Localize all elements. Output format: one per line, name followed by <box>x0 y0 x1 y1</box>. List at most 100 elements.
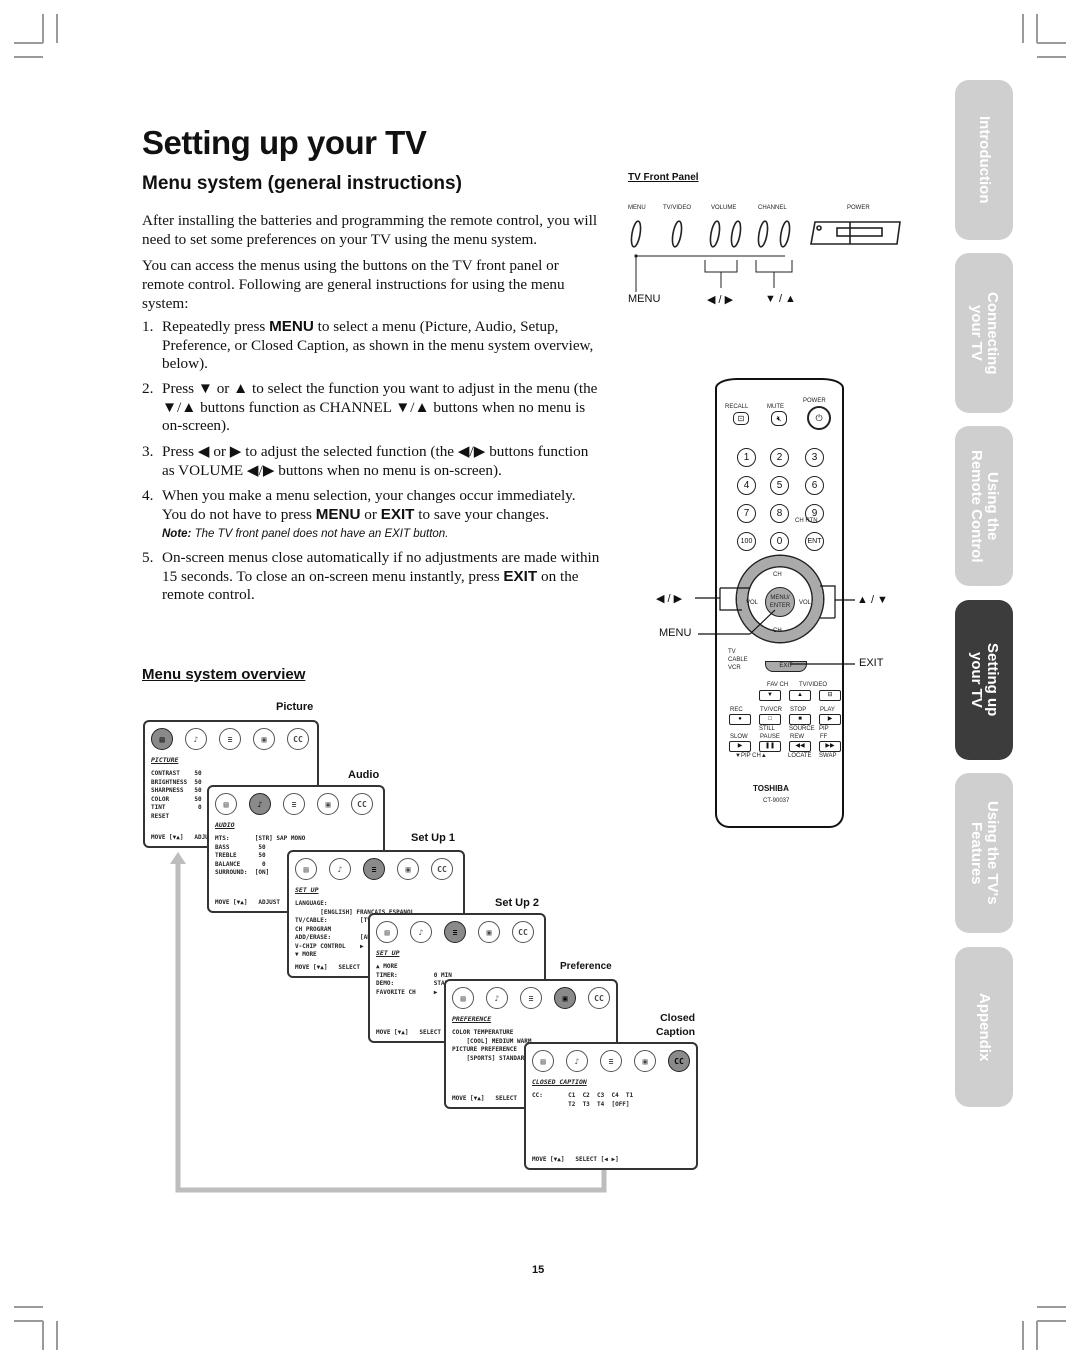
digit-button-2[interactable]: 2 <box>770 448 789 467</box>
front-panel-title: TV Front Panel <box>628 172 699 183</box>
side-tab-label: Setting up your TV <box>968 643 1001 717</box>
digit-button-0[interactable]: 0 <box>770 532 789 551</box>
label-ff: FF <box>820 734 828 740</box>
side-tab-label: Appendix <box>976 992 993 1062</box>
menu-button <box>630 220 642 248</box>
osd-rows: ▲ MORE TIMER: 0 MIN DEMO: START FAVORITE… <box>376 963 452 996</box>
label-volume: VOLUME <box>711 205 737 211</box>
crop-mark <box>1037 42 1066 44</box>
power-switch <box>810 221 901 245</box>
label-tv-video: TV/VIDEO <box>663 205 692 211</box>
osd-header: PREFERENCE <box>452 1015 492 1023</box>
fav-ch-up-button[interactable]: ▲ <box>789 690 811 701</box>
osd-rows: CONTRAST 50 BRIGHTNESS 50 SHARPNESS 50 C… <box>151 770 202 820</box>
recall-button[interactable]: ⊡ <box>733 412 749 425</box>
label-menu: MENU <box>628 205 646 211</box>
closed-caption-icon: CC <box>668 1050 690 1072</box>
label-slow: SLOW <box>730 734 748 740</box>
side-tab-2[interactable]: Using the Remote Control <box>955 426 1013 586</box>
label-fav-ch: FAV CH <box>767 682 789 688</box>
label-pip: PIP <box>819 726 829 732</box>
crop-mark <box>1022 1321 1024 1350</box>
digit-button-8[interactable]: 8 <box>770 504 789 523</box>
digit-button-6[interactable]: 6 <box>805 476 824 495</box>
volume-down-button <box>709 220 721 248</box>
audio-icon: ♪ <box>329 858 351 880</box>
label-power: POWER <box>803 398 826 404</box>
label-locate: LOCATE <box>788 753 812 759</box>
rec-button[interactable]: ● <box>729 714 751 725</box>
callout-channel: ▼ / ▲ <box>765 293 796 305</box>
label-tv-vcr: TV/VCR <box>760 707 783 713</box>
ff-button[interactable]: ▶▶ <box>819 741 841 752</box>
menu-label-closed-caption: Closed Caption <box>656 1012 696 1038</box>
slow-button[interactable]: ▶ <box>729 741 751 752</box>
callout-menu: MENU <box>659 627 692 639</box>
preference-icon: ▣ <box>478 921 500 943</box>
brand-logo: TOSHIBA <box>753 784 789 793</box>
crop-mark <box>42 1321 44 1350</box>
menu-label-audio: Audio <box>348 769 380 781</box>
tv-video-button[interactable]: ⊟ <box>819 690 841 701</box>
pause-button[interactable]: ❚❚ <box>759 741 781 752</box>
fav-ch-down-button[interactable]: ▼ <box>759 690 781 701</box>
digit-button-7[interactable]: 7 <box>737 504 756 523</box>
side-tab-0[interactable]: Introduction <box>955 80 1013 240</box>
callout-up-down: ▲ / ▼ <box>857 594 888 606</box>
overview-title: Menu system overview <box>142 666 306 683</box>
label-tv-video: TV/VIDEO <box>799 682 828 688</box>
preference-icon: ▣ <box>397 858 419 880</box>
step-4: 4. When you make a menu selection, your … <box>142 487 576 540</box>
side-tab-4[interactable]: Using the TV's Features <box>955 773 1013 933</box>
picture-icon: ▤ <box>215 793 237 815</box>
crop-mark <box>1036 14 1038 43</box>
digit-button-5[interactable]: 5 <box>770 476 789 495</box>
crop-mark <box>14 42 43 44</box>
label-rec: REC <box>730 707 743 713</box>
audio-icon: ♪ <box>566 1050 588 1072</box>
power-button[interactable]: ⏻ <box>807 406 831 430</box>
setup-icon: ≡ <box>363 858 385 880</box>
closed-caption-icon: CC <box>588 987 610 1009</box>
audio-icon: ♪ <box>410 921 432 943</box>
digit-button-ent[interactable]: ENT <box>805 532 824 551</box>
osd-header: AUDIO <box>215 821 235 829</box>
preference-icon: ▣ <box>554 987 576 1009</box>
menu-label-picture: Picture <box>276 701 314 713</box>
label-ch-rtn: CH RTN <box>795 518 818 524</box>
osd-header: SET UP <box>295 886 319 894</box>
step-3: 3. Press ◀ or ▶ to adjust the selected f… <box>142 443 589 479</box>
side-tab-1[interactable]: Connecting your TV <box>955 253 1013 413</box>
crop-mark <box>56 14 58 43</box>
channel-up-button <box>779 220 791 248</box>
model-number: CT-90037 <box>763 798 790 804</box>
side-tab-5[interactable]: Appendix <box>955 947 1013 1107</box>
osd-header: SET UP <box>376 949 400 957</box>
crop-mark <box>14 1306 43 1308</box>
digit-button-1[interactable]: 1 <box>737 448 756 467</box>
crop-mark <box>42 14 44 43</box>
osd-header: PICTURE <box>151 756 179 764</box>
ch-up-label: CH <box>773 572 782 578</box>
intro-paragraph: After installing the batteries and progr… <box>142 212 598 248</box>
osd-menu-5: ▤ ♪ ≡ ▣ CC CLOSED CAPTION CC: C1 C2 C3 C4 T1 T… <box>524 1042 698 1170</box>
digit-button-3[interactable]: 3 <box>805 448 824 467</box>
setup-icon: ≡ <box>283 793 305 815</box>
channel-down-button <box>757 220 769 248</box>
crop-mark <box>1037 1320 1066 1322</box>
side-tab-label: Connecting your TV <box>968 291 1001 375</box>
mute-button[interactable]: 🔇︎ <box>771 411 787 426</box>
tv-vcr-button[interactable]: □ <box>759 714 781 725</box>
osd-footer: MOVE [▼▲] ADJUST <box>215 899 281 906</box>
side-tab-label: Introduction <box>976 116 993 204</box>
digit-button-100[interactable]: 100 <box>737 532 756 551</box>
side-tab-label: Using the TV's Features <box>968 801 1001 905</box>
note: Note: The TV front panel does not have a… <box>162 528 449 540</box>
play-button[interactable]: ▶ <box>819 714 841 725</box>
closed-caption-icon: CC <box>512 921 534 943</box>
stop-button[interactable]: ■ <box>789 714 811 725</box>
closed-caption-icon: CC <box>287 728 309 750</box>
rew-button[interactable]: ◀◀ <box>789 741 811 752</box>
side-tab-3[interactable]: Setting up your TV <box>955 600 1013 760</box>
digit-button-4[interactable]: 4 <box>737 476 756 495</box>
